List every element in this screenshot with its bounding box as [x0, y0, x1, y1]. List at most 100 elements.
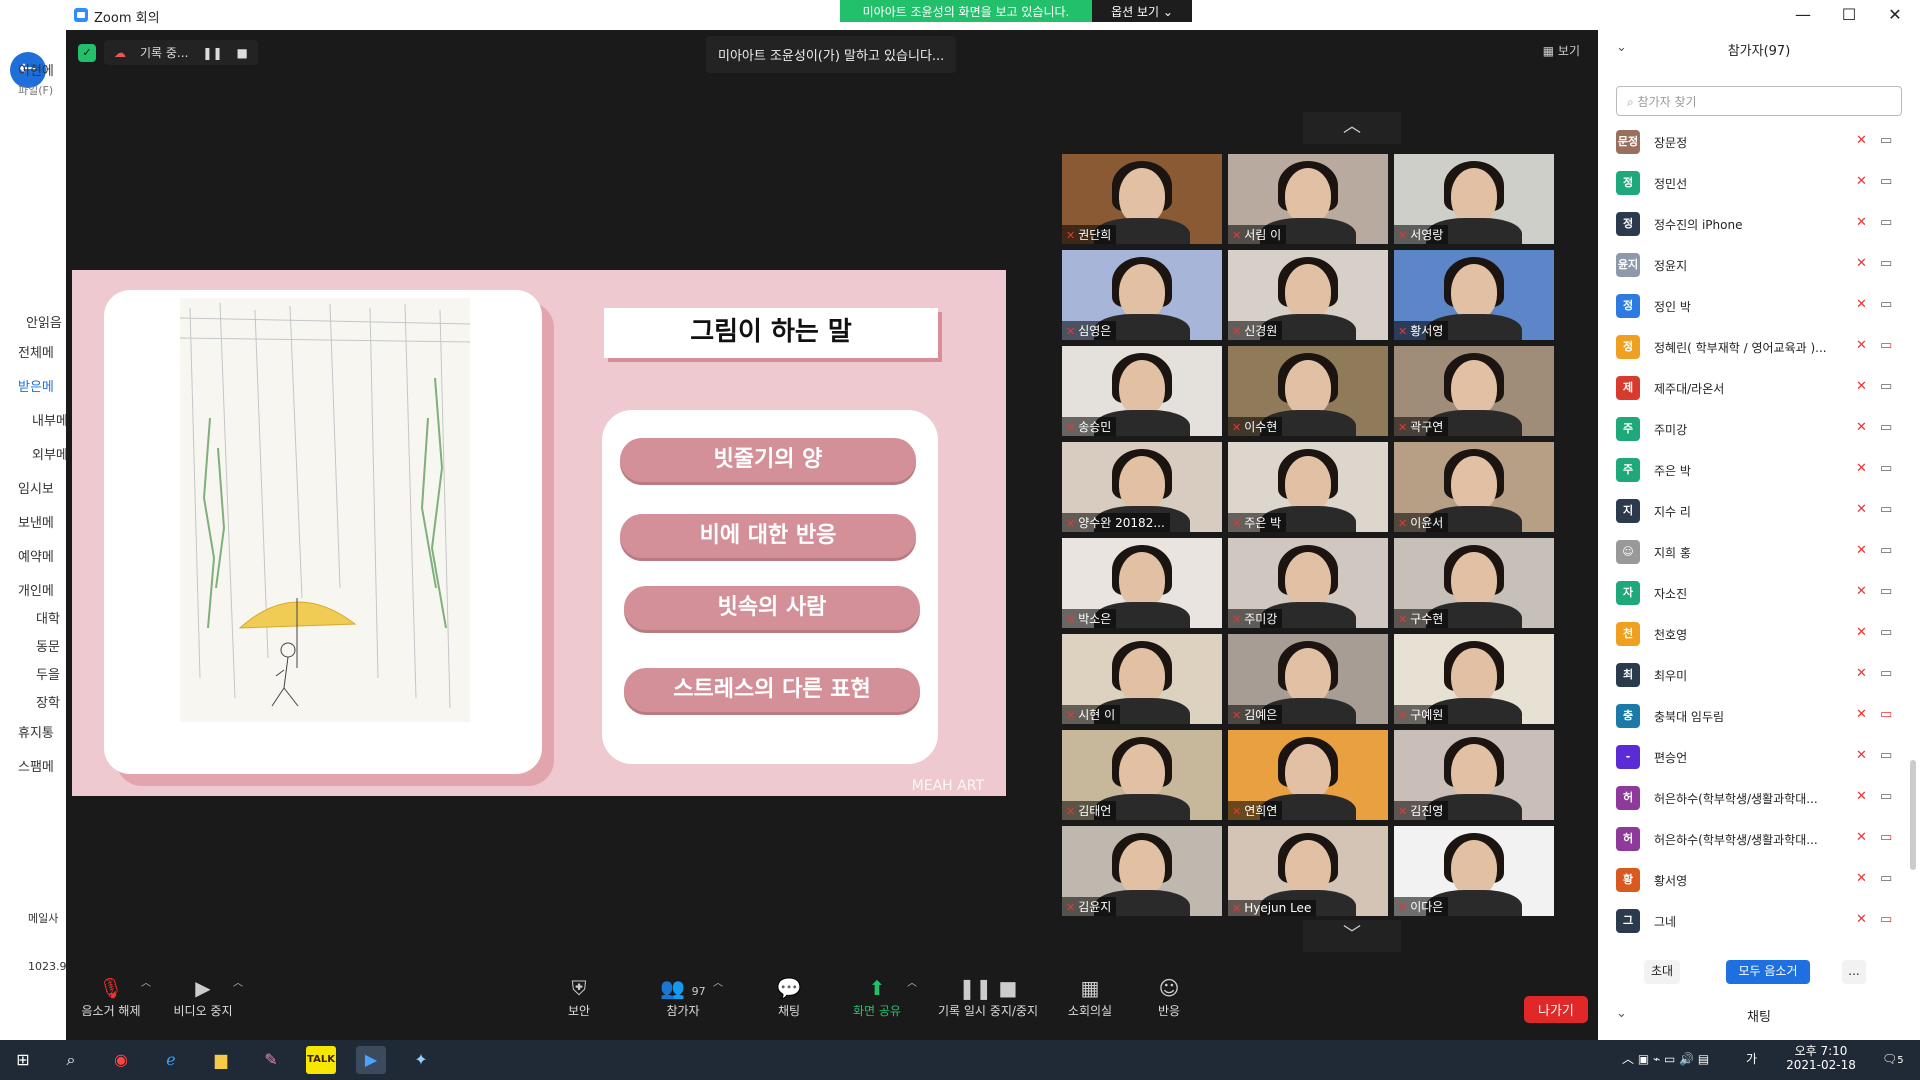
- video-tile[interactable]: ✕ 김윤지: [1062, 826, 1222, 916]
- participant-row[interactable]: 정 정인 박 ✕ ▭: [1598, 286, 1908, 327]
- invite-button[interactable]: 초대: [1644, 960, 1680, 984]
- reactions-button[interactable]: ☺ 반응: [1119, 974, 1219, 1019]
- participant-row[interactable]: ☺ 지희 홍 ✕ ▭: [1598, 532, 1908, 573]
- participant-search-input[interactable]: ⌕ 참가자 찾기: [1616, 86, 1902, 116]
- more-button[interactable]: ...: [1842, 960, 1866, 984]
- video-tile[interactable]: ✕ 주미강: [1228, 538, 1388, 628]
- video-camera-icon[interactable]: ▭: [1880, 256, 1892, 271]
- participant-row[interactable]: 최 최우미 ✕ ▭: [1598, 655, 1908, 696]
- chevron-up-icon[interactable]: ︿: [907, 974, 917, 989]
- muted-mic-icon[interactable]: ✕: [1856, 502, 1867, 517]
- participant-row[interactable]: 지 지수 리 ✕ ▭: [1598, 491, 1908, 532]
- ie-icon[interactable]: ℯ: [156, 1046, 186, 1074]
- chrome-icon[interactable]: ◉: [106, 1046, 136, 1074]
- video-camera-icon[interactable]: ▭: [1880, 871, 1892, 886]
- video-camera-icon[interactable]: ▭: [1880, 379, 1892, 394]
- participant-row[interactable]: 문정 장문정 ✕ ▭: [1598, 122, 1908, 163]
- video-tile[interactable]: ✕ 신경원: [1228, 250, 1388, 340]
- encryption-shield-icon[interactable]: ✓: [78, 43, 96, 62]
- mail-item[interactable]: 장학: [36, 692, 60, 711]
- mail-item[interactable]: 보낸메: [18, 512, 54, 531]
- video-tile[interactable]: ✕ 박소은: [1062, 538, 1222, 628]
- chevron-down-icon[interactable]: ⌄: [1616, 40, 1627, 55]
- video-camera-icon[interactable]: ▭: [1880, 584, 1892, 599]
- mail-item[interactable]: 스팸메: [18, 756, 54, 775]
- close-button[interactable]: ✕: [1872, 0, 1918, 30]
- video-tile[interactable]: ✕ 구예원: [1394, 634, 1554, 724]
- muted-mic-icon[interactable]: ✕: [1856, 379, 1867, 394]
- video-camera-icon[interactable]: ▭: [1880, 502, 1892, 517]
- participant-row[interactable]: 윤지 정윤지 ✕ ▭: [1598, 245, 1908, 286]
- mail-item[interactable]: 전체메: [18, 342, 54, 361]
- mail-item[interactable]: 동문: [36, 636, 60, 655]
- share-screen-button[interactable]: ⬆ 화면 공유 ︿: [827, 974, 927, 1019]
- muted-mic-icon[interactable]: ✕: [1856, 666, 1867, 681]
- participant-row[interactable]: 정 정수진의 iPhone ✕ ▭: [1598, 204, 1908, 245]
- video-tile[interactable]: ✕ 양수완 20182...: [1062, 442, 1222, 532]
- muted-mic-icon[interactable]: ✕: [1856, 256, 1867, 271]
- tray-icons[interactable]: ︿ ▣ ⌁ ▭ 🔊 ▤: [1622, 1052, 1709, 1066]
- mail-item[interactable]: 두을: [36, 664, 60, 683]
- video-camera-icon[interactable]: ▭: [1880, 461, 1892, 476]
- folder-icon[interactable]: ▆: [206, 1046, 236, 1074]
- mail-item[interactable]: 예약메: [18, 546, 54, 565]
- video-tile[interactable]: ✕ 심영은: [1062, 250, 1222, 340]
- muted-mic-icon[interactable]: ✕: [1856, 707, 1867, 722]
- muted-mic-icon[interactable]: ✕: [1856, 543, 1867, 558]
- video-off-icon[interactable]: ▭: [1880, 830, 1892, 845]
- video-camera-icon[interactable]: ▭: [1880, 666, 1892, 681]
- chevron-up-icon[interactable]: ︿: [233, 974, 243, 989]
- participant-row[interactable]: 그 그네 ✕ ▭: [1598, 901, 1908, 942]
- mail-item[interactable]: 받은메: [18, 376, 54, 395]
- stop-video-button[interactable]: ▶ 비디오 중지 ︿: [153, 974, 253, 1019]
- muted-mic-icon[interactable]: ✕: [1856, 297, 1867, 312]
- panel-scrollbar[interactable]: [1910, 760, 1916, 870]
- zoom-taskbar-icon[interactable]: ▶: [356, 1046, 386, 1074]
- video-off-icon[interactable]: ▭: [1880, 338, 1892, 353]
- participant-row[interactable]: 정 정혜린( 학부재학 / 영어교육과 )... ✕ ▭: [1598, 327, 1908, 368]
- video-tile[interactable]: ✕ 곽구연: [1394, 346, 1554, 436]
- maximize-button[interactable]: ☐: [1826, 0, 1872, 30]
- muted-mic-icon[interactable]: ✕: [1856, 912, 1867, 927]
- muted-mic-icon[interactable]: ✕: [1856, 748, 1867, 763]
- file-menu[interactable]: 파일(F): [18, 82, 53, 98]
- minimize-button[interactable]: —: [1780, 0, 1826, 30]
- video-off-icon[interactable]: ▭: [1880, 707, 1892, 722]
- chevron-up-icon[interactable]: ︿: [141, 974, 151, 989]
- muted-mic-icon[interactable]: ✕: [1856, 338, 1867, 353]
- app-icon[interactable]: ✦: [406, 1046, 436, 1074]
- pause-recording-button[interactable]: ❚❚: [202, 46, 222, 60]
- kakaotalk-icon[interactable]: TALK: [306, 1046, 336, 1074]
- video-tile[interactable]: ✕ 구수현: [1394, 538, 1554, 628]
- muted-mic-icon[interactable]: ✕: [1856, 420, 1867, 435]
- video-tile[interactable]: ✕ 이다은: [1394, 826, 1554, 916]
- mail-item[interactable]: 내부메: [32, 410, 66, 429]
- video-tile[interactable]: ✕ 황서영: [1394, 250, 1554, 340]
- mail-item[interactable]: 개인메: [18, 580, 54, 599]
- participants-button[interactable]: 👥 97 참가자 ︿: [633, 974, 733, 1019]
- mail-item[interactable]: 안읽음: [26, 312, 62, 331]
- paint-icon[interactable]: ✎: [256, 1046, 286, 1074]
- mail-item[interactable]: 외부메: [32, 444, 66, 463]
- muted-mic-icon[interactable]: ✕: [1856, 133, 1867, 148]
- video-camera-icon[interactable]: ▭: [1880, 420, 1892, 435]
- participant-row[interactable]: 충 충북대 임두림 ✕ ▭: [1598, 696, 1908, 737]
- muted-mic-icon[interactable]: ✕: [1856, 789, 1867, 804]
- view-options-button[interactable]: 옵션 보기 ⌄: [1092, 0, 1192, 22]
- video-camera-icon[interactable]: ▭: [1880, 133, 1892, 148]
- video-tile[interactable]: ✕ 이윤서: [1394, 442, 1554, 532]
- muted-mic-icon[interactable]: ✕: [1856, 174, 1867, 189]
- muted-mic-icon[interactable]: ✕: [1856, 625, 1867, 640]
- participant-row[interactable]: 주 주미강 ✕ ▭: [1598, 409, 1908, 450]
- video-camera-icon[interactable]: ▭: [1880, 543, 1892, 558]
- muted-mic-icon[interactable]: ✕: [1856, 830, 1867, 845]
- muted-mic-icon[interactable]: ✕: [1856, 215, 1867, 230]
- video-tile[interactable]: ✕ 김진영: [1394, 730, 1554, 820]
- video-tile[interactable]: ✕ 시현 이: [1062, 634, 1222, 724]
- video-tile[interactable]: ✕ 서영랑: [1394, 154, 1554, 244]
- mail-item[interactable]: 휴지통: [18, 722, 54, 741]
- chevron-up-icon[interactable]: ︿: [713, 974, 723, 989]
- video-tile[interactable]: ✕ Hyejun Lee: [1228, 826, 1388, 916]
- participant-row[interactable]: 허 허은하수(학부학생/생활과학대... ✕ ▭: [1598, 819, 1908, 860]
- unmute-button[interactable]: 🎙 음소거 해제 ︿: [61, 974, 161, 1019]
